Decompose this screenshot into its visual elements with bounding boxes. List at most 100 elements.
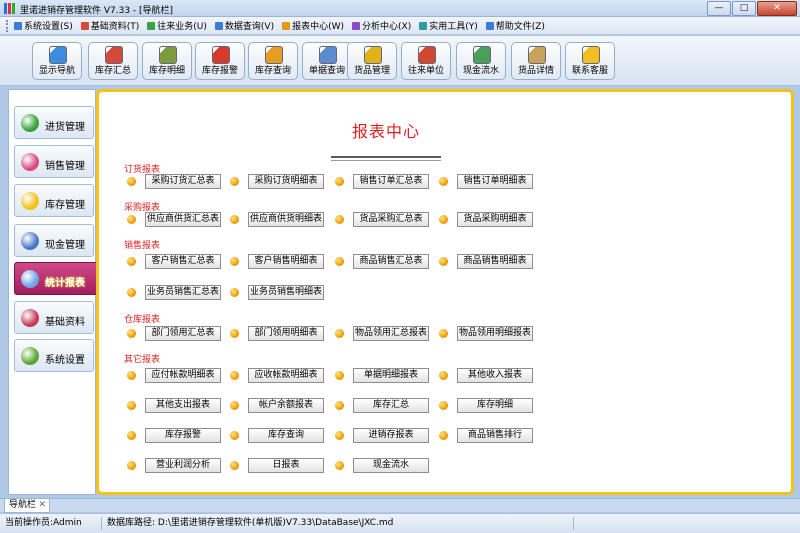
- tab-nav-label: 导航栏: [9, 500, 37, 510]
- report-button-label[interactable]: 供应商供货明细表: [248, 212, 324, 227]
- menu-item-label: 报表中心(W): [292, 22, 345, 32]
- sidebar-item-3[interactable]: 现金管理: [14, 224, 94, 257]
- toolbar-button-label: 显示导航: [38, 66, 75, 76]
- menu-icon: [419, 21, 428, 30]
- sidebar-icon: [21, 347, 39, 365]
- toolbar-button-label: 货品详情: [517, 66, 554, 76]
- window-title: 里诺进销存管理软件 V7.33 - [导航栏]: [20, 6, 174, 16]
- tab-nav[interactable]: 导航栏 ✕: [4, 499, 50, 513]
- report-button-label[interactable]: 客户销售汇总表: [145, 254, 221, 269]
- toolbar-icon: [364, 46, 382, 64]
- tab-close-icon[interactable]: ✕: [38, 499, 46, 511]
- report-button-label[interactable]: 营业利润分析: [145, 458, 221, 473]
- sidebar-item-label: 基础资料: [45, 317, 85, 328]
- sidebar-icon: [21, 309, 39, 327]
- toolbar-button-0[interactable]: 显示导航: [32, 42, 82, 80]
- orange-bullet-icon: [335, 329, 344, 338]
- report-button-label[interactable]: 库存明细: [457, 398, 533, 413]
- sidebar-item-5[interactable]: 基础资料: [14, 301, 94, 334]
- report-center-panel: 报表中心 订货报表 采购报表 销售报表 仓库报表 其它报表 采购订货汇总表 采购订…: [96, 89, 794, 495]
- report-button-label[interactable]: 其他支出报表: [145, 398, 221, 413]
- menu-item-label: 分析中心(X): [362, 22, 412, 32]
- toolbar-button-7[interactable]: 往来单位: [401, 42, 451, 80]
- report-button-label[interactable]: 日报表: [248, 458, 324, 473]
- report-button-label[interactable]: 应付帐款明细表: [145, 368, 221, 383]
- toolbar-button-8[interactable]: 现金流水: [456, 42, 506, 80]
- toolbar-button-label: 单据查询: [308, 66, 345, 76]
- section-sales: 销售报表: [124, 241, 161, 251]
- report-button-label[interactable]: 进销存报表: [353, 428, 429, 443]
- close-button[interactable]: ✕: [757, 1, 797, 16]
- menu-item-label: 实用工具(Y): [429, 22, 478, 32]
- app-logo-icon: [4, 3, 15, 14]
- sidebar-item-6[interactable]: 系统设置: [14, 339, 94, 372]
- sidebar-item-1[interactable]: 销售管理: [14, 145, 94, 178]
- menu-item-3[interactable]: 数据查询(V): [214, 19, 274, 32]
- report-button-label[interactable]: 物品领用明细报表: [457, 326, 533, 341]
- orange-bullet-icon: [230, 431, 239, 440]
- minimize-button[interactable]: —: [707, 1, 731, 16]
- menu-item-2[interactable]: 往来业务(U): [147, 19, 207, 32]
- toolbar-button-3[interactable]: 库存报警: [195, 42, 245, 80]
- toolbar-button-4[interactable]: 库存查询: [248, 42, 298, 80]
- report-button-label[interactable]: 部门领用明细表: [248, 326, 324, 341]
- toolbar-button-2[interactable]: 库存明细: [142, 42, 192, 80]
- report-button-label[interactable]: 库存报警: [145, 428, 221, 443]
- toolbar-button-9[interactable]: 货品详情: [511, 42, 561, 80]
- report-button-label[interactable]: 销售订单汇总表: [353, 174, 429, 189]
- toolbar-button-10[interactable]: 联系客服: [565, 42, 615, 80]
- sidebar-item-2[interactable]: 库存管理: [14, 184, 94, 217]
- toolbar-button-6[interactable]: 货品管理: [347, 42, 397, 80]
- menu-item-7[interactable]: 帮助文件(Z): [485, 19, 545, 32]
- menu-icon: [147, 21, 156, 30]
- sidebar-item-0[interactable]: 进货管理: [14, 106, 94, 139]
- toolbar-button-1[interactable]: 库存汇总: [88, 42, 138, 80]
- window-controls: — □ ✕: [707, 1, 797, 16]
- orange-bullet-icon: [127, 288, 136, 297]
- sidebar-icon: [21, 153, 39, 171]
- report-button-label[interactable]: 部门领用汇总表: [145, 326, 221, 341]
- sidebar-icon: [21, 232, 39, 250]
- sidebar-item-label: 进货管理: [45, 122, 85, 133]
- title-divider: [331, 156, 441, 158]
- report-button-label[interactable]: 库存查询: [248, 428, 324, 443]
- report-button-label[interactable]: 业务员销售明细表: [248, 285, 324, 300]
- report-button-label[interactable]: 单据明细报表: [353, 368, 429, 383]
- menu-item-1[interactable]: 基础资料(T): [80, 19, 139, 32]
- report-button-label[interactable]: 客户销售明细表: [248, 254, 324, 269]
- report-button-label[interactable]: 采购订货汇总表: [145, 174, 221, 189]
- report-button-label[interactable]: 现金流水: [353, 458, 429, 473]
- toolbar-icon: [418, 46, 436, 64]
- report-button-label[interactable]: 商品销售明细表: [457, 254, 533, 269]
- menu-item-0[interactable]: 系统设置(S): [14, 19, 73, 32]
- orange-bullet-icon: [439, 215, 448, 224]
- report-button-label[interactable]: 应收帐款明细表: [248, 368, 324, 383]
- report-button-label[interactable]: 库存汇总: [353, 398, 429, 413]
- sidebar-item-4[interactable]: 统计报表: [14, 262, 104, 295]
- report-button-label[interactable]: 帐户余额报表: [248, 398, 324, 413]
- report-button-label[interactable]: 物品领用汇总报表: [353, 326, 429, 341]
- menu-item-5[interactable]: 分析中心(X): [352, 19, 411, 32]
- orange-bullet-icon: [230, 215, 239, 224]
- menu-item-4[interactable]: 报表中心(W): [282, 19, 344, 32]
- report-button-label[interactable]: 商品销售汇总表: [353, 254, 429, 269]
- sidebar-item-label: 现金管理: [45, 240, 85, 251]
- report-button-label[interactable]: 其他收入报表: [457, 368, 533, 383]
- menu-item-6[interactable]: 实用工具(Y): [419, 19, 478, 32]
- menu-icon: [282, 21, 291, 30]
- toolbar-button-5[interactable]: 单据查询: [302, 42, 352, 80]
- maximize-button[interactable]: □: [732, 1, 756, 16]
- report-button-label[interactable]: 供应商供货汇总表: [145, 212, 221, 227]
- orange-bullet-icon: [127, 401, 136, 410]
- orange-bullet-icon: [335, 257, 344, 266]
- report-button-label[interactable]: 采购订货明细表: [248, 174, 324, 189]
- report-button-label[interactable]: 货品采购汇总表: [353, 212, 429, 227]
- report-button-label[interactable]: 销售订单明细表: [457, 174, 533, 189]
- toolbar-button-label: 货品管理: [353, 66, 390, 76]
- report-button-label[interactable]: 业务员销售汇总表: [145, 285, 221, 300]
- report-button-label[interactable]: 货品采购明细表: [457, 212, 533, 227]
- orange-bullet-icon: [230, 461, 239, 470]
- toolbar-icon: [159, 46, 177, 64]
- menubar-grip[interactable]: [6, 19, 10, 32]
- report-button-label[interactable]: 商品销售排行: [457, 428, 533, 443]
